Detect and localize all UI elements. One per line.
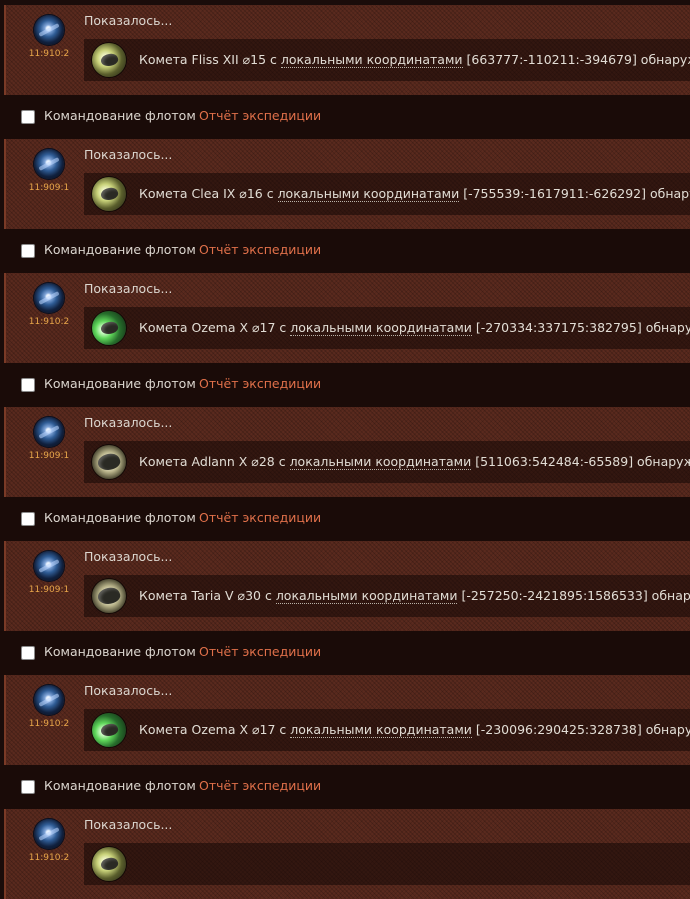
message-body: Комета Clea IX ⌀16 с локальными координа… (84, 173, 690, 215)
fleet-checkbox[interactable] (21, 378, 35, 392)
message-text: Комета Clea IX ⌀16 с локальными координа… (139, 186, 690, 202)
fleet-row: Командование флотом Отчёт экспедиции (0, 95, 690, 139)
message-time: 11:909:1 (28, 451, 70, 461)
fleet-checkbox[interactable] (21, 646, 35, 660)
message-body (84, 843, 690, 885)
message-body: Комета Taria V ⌀30 с локальными координа… (84, 575, 690, 617)
message-time: 11:910:2 (28, 317, 70, 327)
message-text-pre: Комета Taria V ⌀30 с (139, 588, 276, 603)
comet-green-icon (92, 311, 126, 345)
message-card: 11:909:1 Показалось... Комета Adlann X ⌀28… (4, 407, 690, 497)
message-card: 11:910:2 Показалось... Комета Ozema X ⌀17 … (4, 675, 690, 765)
fleet-command-label: Командование флотом (44, 108, 196, 123)
comet-yellow-icon (92, 177, 126, 211)
fleet-row: Командование флотом Отчёт экспедиции (0, 631, 690, 675)
galaxy-avatar-icon (34, 551, 64, 581)
message-time: 11:910:2 (28, 49, 70, 59)
message-title: Показалось... (84, 817, 173, 832)
fleet-checkbox[interactable] (21, 244, 35, 258)
message-body: Комета Adlann X ⌀28 с локальными координ… (84, 441, 690, 483)
coordinates-link[interactable]: локальными координатами (290, 722, 472, 738)
message-text-pre: Комета Fliss XII ⌀15 с (139, 52, 281, 67)
coordinates-link[interactable]: локальными координатами (280, 52, 463, 68)
message-title: Показалось... (84, 415, 173, 430)
message-time: 11:910:2 (28, 853, 70, 863)
fleet-command-label: Командование флотом (44, 778, 196, 793)
message-title: Показалось... (84, 549, 173, 564)
message-text: Комета Ozema X ⌀17 с локальными координа… (139, 722, 690, 738)
message-text: Комета Adlann X ⌀28 с локальными координ… (139, 454, 690, 470)
message-text-pre: Комета Ozema X ⌀17 с (139, 320, 291, 335)
message-text-post: [-270334:337175:382795] обнаружена (475, 320, 690, 335)
message-title: Показалось... (84, 147, 173, 162)
message-feed: 11:910:2 Показалось... Комета Fliss XII ⌀1… (0, 0, 690, 899)
message-text: Комета Taria V ⌀30 с локальными координа… (139, 588, 690, 604)
message-title: Показалось... (84, 683, 173, 698)
message-card: 11:910:2 Показалось... Комета Ozema X ⌀17 … (4, 273, 690, 363)
message-text: Комета Ozema X ⌀17 с локальными координа… (139, 320, 690, 336)
message-title: Показалось... (84, 13, 173, 28)
message-time: 11:909:1 (28, 585, 70, 595)
fleet-command-label: Командование флотом (44, 376, 196, 391)
message-text-pre: Комета Clea IX ⌀16 с (139, 186, 278, 201)
message-time: 11:909:1 (28, 183, 70, 193)
coordinates-link[interactable]: локальными координатами (289, 454, 472, 470)
expedition-report-link[interactable]: Отчёт экспедиции (199, 108, 321, 123)
expedition-report-link[interactable]: Отчёт экспедиции (199, 778, 321, 793)
message-text: Комета Fliss XII ⌀15 с локальными коорди… (139, 52, 690, 68)
comet-yellow-icon (92, 847, 126, 881)
coordinates-link[interactable]: локальными координатами (290, 320, 472, 336)
galaxy-avatar-icon (34, 685, 64, 715)
message-text-pre: Комета Ozema X ⌀17 с (139, 722, 291, 737)
fleet-row: Командование флотом Отчёт экспедиции (0, 765, 690, 809)
message-card: 11:910:2 Показалось... (4, 809, 690, 899)
fleet-command-label: Командование флотом (44, 242, 196, 257)
coordinates-link[interactable]: локальными координатами (275, 588, 458, 604)
message-text-post: [-755539:-1617911:-626292] обнаружен (463, 186, 690, 201)
coordinates-link[interactable]: локальными координатами (277, 186, 460, 202)
message-text-post: [511063:542484:-65589] обнаружена (475, 454, 690, 469)
galaxy-avatar-icon (34, 819, 64, 849)
message-text-post: [663777:-110211:-394679] обнаружена (466, 52, 690, 67)
message-card: 11:909:1 Показалось... Комета Taria V ⌀30 … (4, 541, 690, 631)
expedition-report-link[interactable]: Отчёт экспедиции (199, 510, 321, 525)
message-time: 11:910:2 (28, 719, 70, 729)
message-card: 11:909:1 Показалось... Комета Clea IX ⌀16 … (4, 139, 690, 229)
fleet-row: Командование флотом Отчёт экспедиции (0, 497, 690, 541)
expedition-report-link[interactable]: Отчёт экспедиции (199, 242, 321, 257)
message-text-post: [-230096:290425:328738] обнаружена (475, 722, 690, 737)
comet-khaki-icon (92, 579, 126, 613)
fleet-command-label: Командование флотом (44, 510, 196, 525)
galaxy-avatar-icon (34, 15, 64, 45)
fleet-checkbox[interactable] (21, 512, 35, 526)
galaxy-avatar-icon (34, 149, 64, 179)
galaxy-avatar-icon (34, 417, 64, 447)
expedition-report-link[interactable]: Отчёт экспедиции (199, 376, 321, 391)
message-card: 11:910:2 Показалось... Комета Fliss XII ⌀1… (4, 5, 690, 95)
message-body: Комета Ozema X ⌀17 с локальными координа… (84, 307, 690, 349)
comet-yellow-icon (92, 43, 126, 77)
comet-green-icon (92, 713, 126, 747)
fleet-row: Командование флотом Отчёт экспедиции (0, 363, 690, 407)
expedition-report-link[interactable]: Отчёт экспедиции (199, 644, 321, 659)
message-body: Комета Fliss XII ⌀15 с локальными коорди… (84, 39, 690, 81)
fleet-row: Командование флотом Отчёт экспедиции (0, 229, 690, 273)
message-text-post: [-257250:-2421895:1586533] обнаружен (461, 588, 690, 603)
message-text-pre: Комета Adlann X ⌀28 с (139, 454, 290, 469)
fleet-checkbox[interactable] (21, 780, 35, 794)
fleet-checkbox[interactable] (21, 110, 35, 124)
message-title: Показалось... (84, 281, 173, 296)
galaxy-avatar-icon (34, 283, 64, 313)
message-body: Комета Ozema X ⌀17 с локальными координа… (84, 709, 690, 751)
comet-khaki-icon (92, 445, 126, 479)
fleet-command-label: Командование флотом (44, 644, 196, 659)
